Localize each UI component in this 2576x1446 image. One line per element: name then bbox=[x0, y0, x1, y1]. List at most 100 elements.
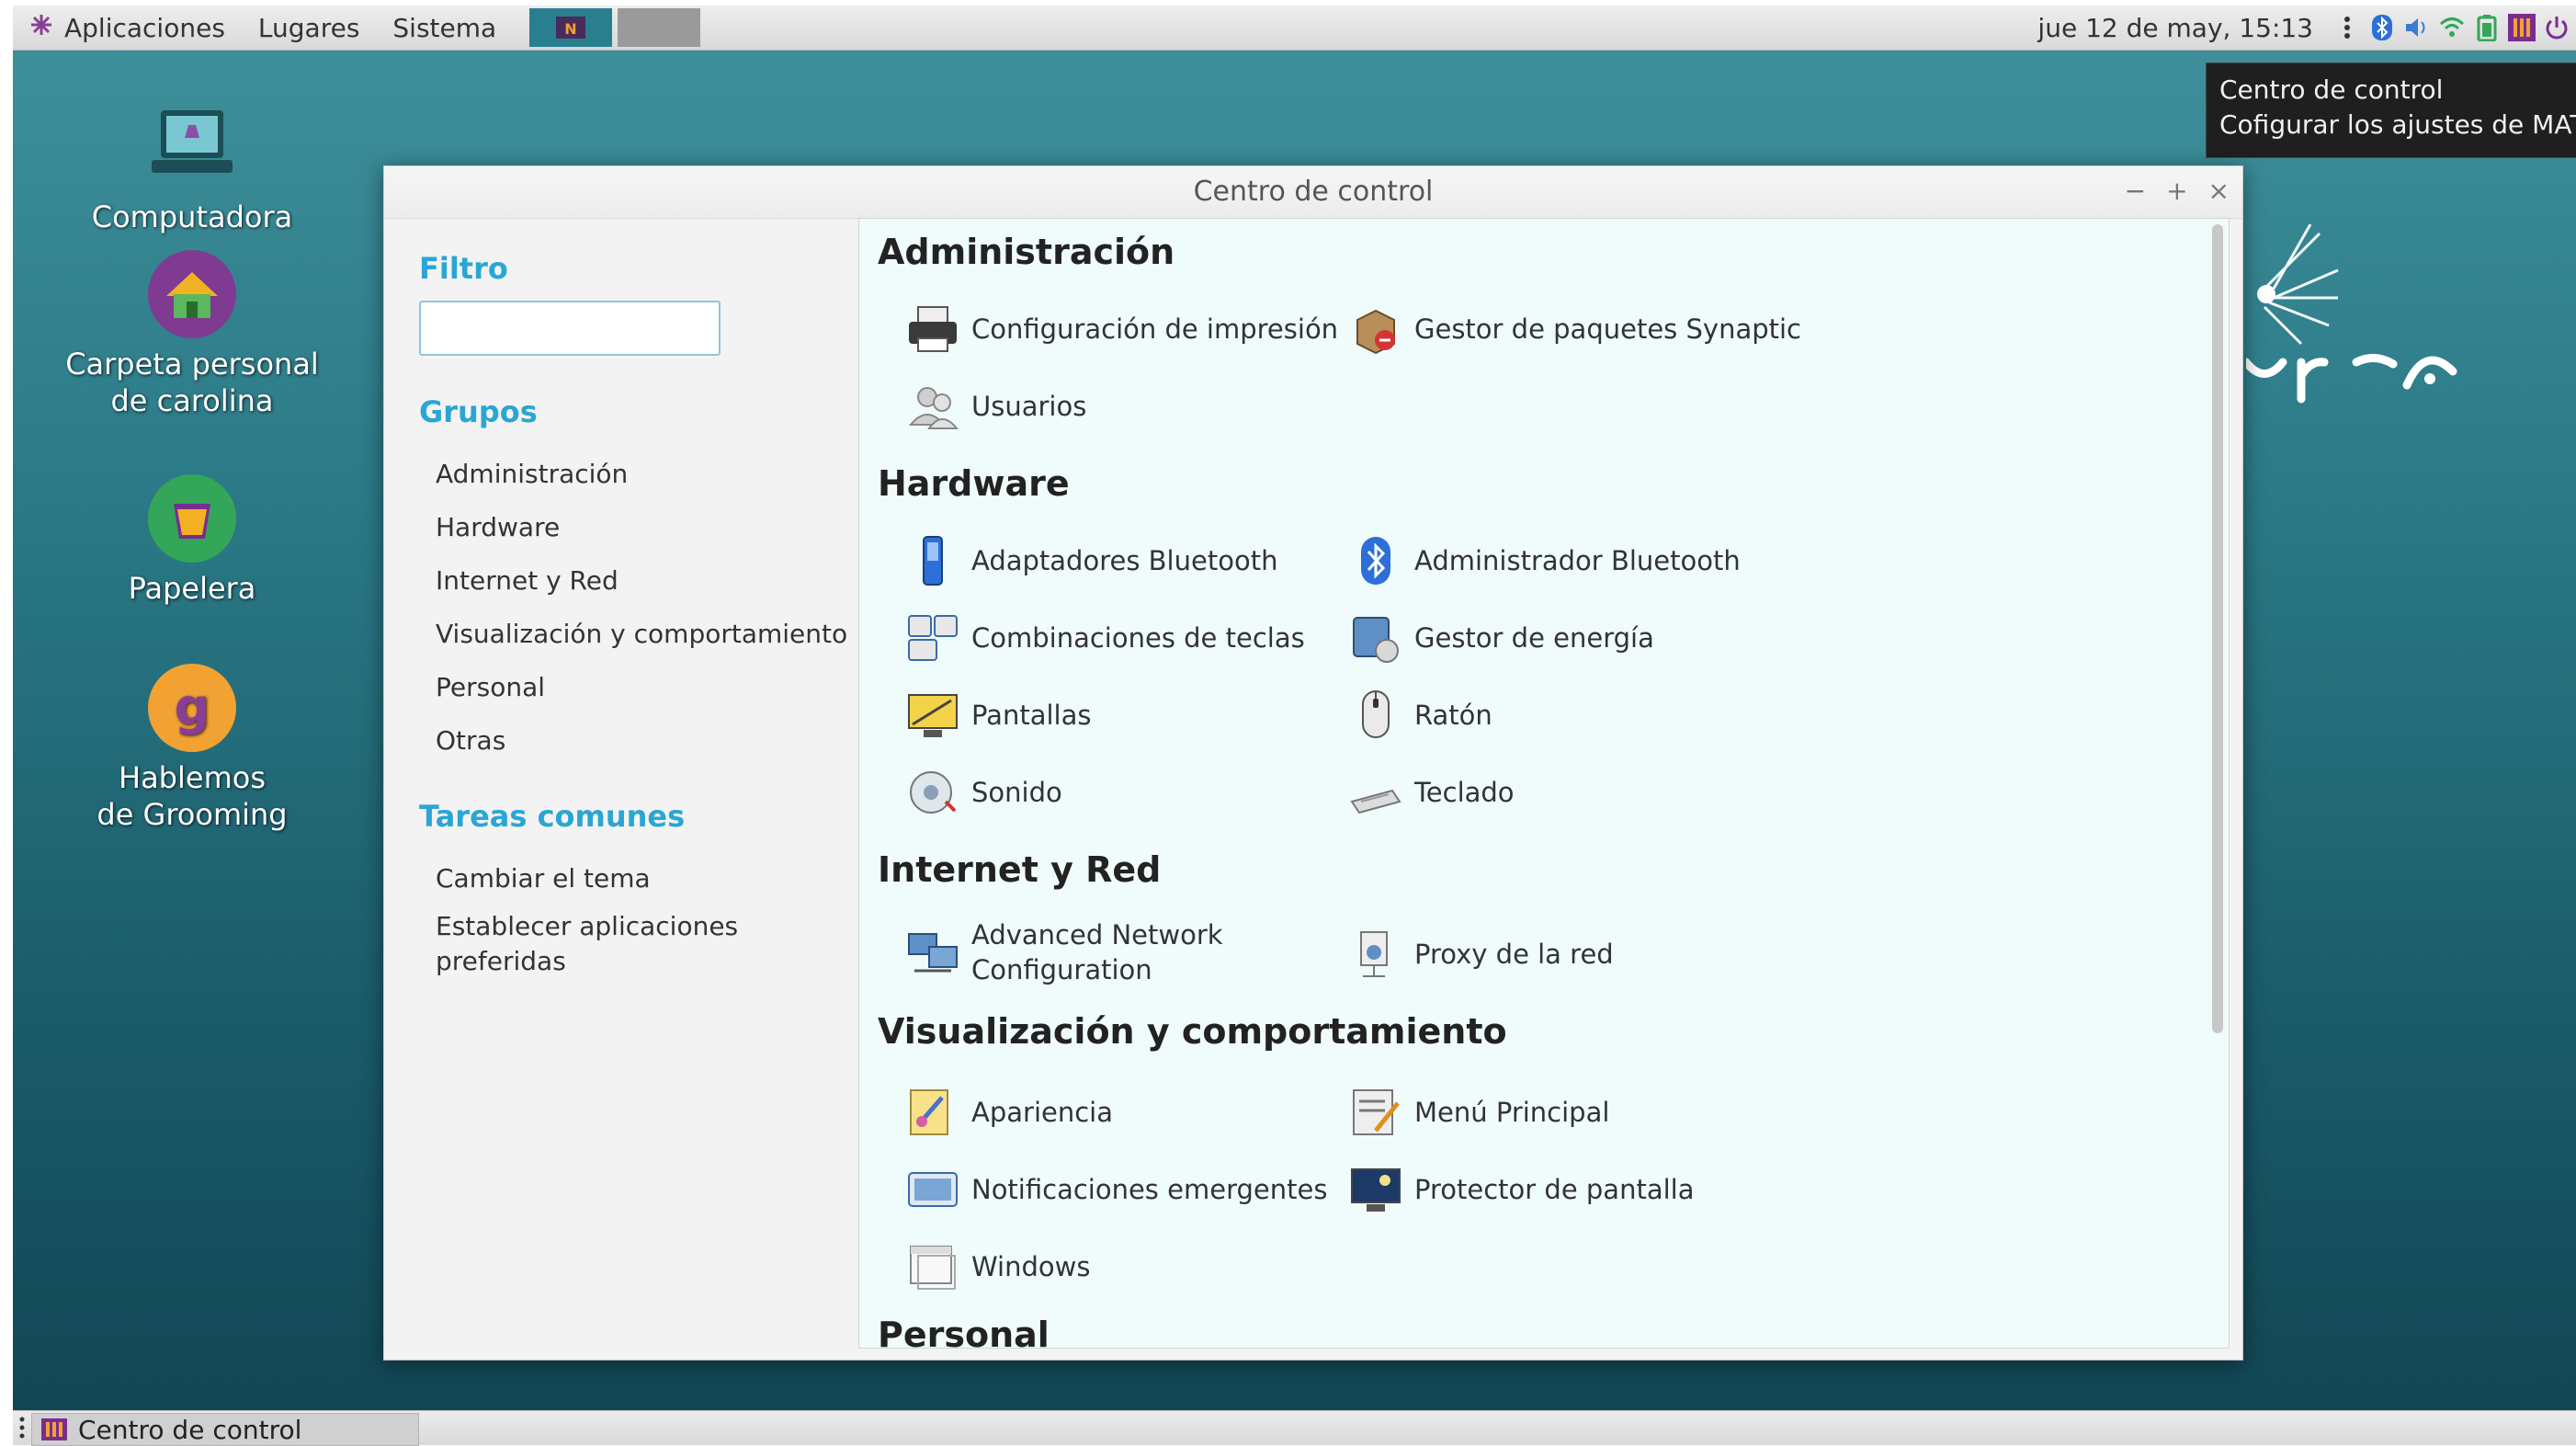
section-visualizacion-title: Visualización y comportamiento bbox=[878, 1011, 1507, 1052]
wifi-icon[interactable] bbox=[2438, 14, 2466, 41]
power-tray-icon[interactable] bbox=[2543, 14, 2570, 41]
item-power-manager[interactable]: Gestor de energía bbox=[1348, 610, 1654, 666]
appearance-icon bbox=[905, 1085, 960, 1140]
main-menu-icon bbox=[1348, 1085, 1403, 1140]
item-network-config[interactable]: Advanced Network Configuration bbox=[905, 917, 1310, 987]
display-icon bbox=[905, 688, 960, 743]
item-label: Sonido bbox=[971, 777, 1062, 808]
item-bluetooth-adapters[interactable]: Adaptadores Bluetooth bbox=[905, 533, 1277, 588]
item-label: Advanced Network Configuration bbox=[971, 919, 1223, 985]
item-label: Configuración de impresión bbox=[971, 313, 1339, 345]
item-users[interactable]: Usuarios bbox=[905, 379, 1086, 434]
synaptic-icon bbox=[1348, 302, 1403, 357]
mouse-icon bbox=[1348, 688, 1403, 743]
bluetooth-tray-icon[interactable] bbox=[2368, 14, 2396, 41]
item-synaptic[interactable]: Gestor de paquetes Synaptic bbox=[1348, 302, 1801, 357]
menu-places[interactable]: Lugares bbox=[258, 13, 360, 43]
scrollbar[interactable] bbox=[2212, 224, 2223, 1033]
sidebar-item-personal[interactable]: Personal bbox=[436, 670, 545, 705]
item-printing[interactable]: Configuración de impresión bbox=[905, 302, 1338, 357]
trash-icon bbox=[146, 473, 238, 564]
computer-icon bbox=[146, 101, 238, 193]
content-panel: Administración Configuración de impresió… bbox=[858, 218, 2230, 1349]
maximize-icon[interactable]: + bbox=[2166, 176, 2187, 206]
menu-system[interactable]: Sistema bbox=[392, 13, 496, 43]
item-screensaver[interactable]: Protector de pantalla bbox=[1348, 1162, 1694, 1217]
taskbar-button-control-center[interactable]: Centro de control bbox=[31, 1413, 419, 1446]
sidebar-item-otras[interactable]: Otras bbox=[436, 723, 505, 758]
item-label: Protector de pantalla bbox=[1414, 1174, 1695, 1205]
control-center-tray-icon[interactable] bbox=[2508, 14, 2536, 41]
item-label: Usuarios bbox=[971, 391, 1087, 422]
window-titlebar[interactable]: Centro de control − + × bbox=[384, 166, 2242, 219]
item-network-proxy[interactable]: Proxy de la red bbox=[1348, 927, 1614, 982]
tooltip-description: Cofigurar los ajustes de MATE bbox=[2219, 109, 2576, 140]
tooltip: Centro de control Cofigurar los ajustes … bbox=[2206, 63, 2576, 158]
bluetooth-device-icon bbox=[905, 533, 960, 588]
item-main-menu[interactable]: Menú Principal bbox=[1348, 1085, 1609, 1140]
close-icon[interactable]: × bbox=[2208, 176, 2230, 206]
desktop-icon-home[interactable]: Carpeta personal de carolina bbox=[54, 248, 330, 419]
printer-icon bbox=[905, 302, 960, 357]
item-bluetooth-manager[interactable]: Administrador Bluetooth bbox=[1348, 533, 1741, 588]
battery-icon[interactable] bbox=[2473, 14, 2501, 41]
filter-heading: Filtro bbox=[419, 251, 508, 286]
item-label: Windows bbox=[971, 1251, 1091, 1282]
desktop-icon-grooming[interactable]: g Hablemos de Grooming bbox=[54, 662, 330, 833]
search-input[interactable] bbox=[430, 312, 755, 345]
item-label: Gestor de paquetes Synaptic bbox=[1414, 313, 1801, 345]
desktop-icon-trash[interactable]: Papelera bbox=[54, 473, 330, 607]
menu-applications[interactable]: Aplicaciones bbox=[28, 11, 225, 45]
groups-heading: Grupos bbox=[419, 394, 538, 429]
home-folder-icon bbox=[146, 248, 238, 340]
panel-handle-icon bbox=[18, 1415, 26, 1444]
item-appearance[interactable]: Apariencia bbox=[905, 1085, 1113, 1140]
network-icon bbox=[905, 925, 960, 980]
task-change-theme[interactable]: Cambiar el tema bbox=[436, 861, 651, 896]
proxy-icon bbox=[1348, 927, 1403, 982]
desktop-icon-computer[interactable]: Computadora bbox=[54, 101, 330, 235]
kebab-icon[interactable] bbox=[2333, 14, 2361, 41]
section-administracion-title: Administración bbox=[878, 232, 1175, 272]
item-label: Administrador Bluetooth bbox=[1414, 545, 1741, 576]
top-panel: Aplicaciones Lugares Sistema N jue 12 de… bbox=[13, 6, 2576, 51]
volume-icon[interactable] bbox=[2403, 14, 2431, 41]
sidebar: Filtro Grupos Administración Hardware In… bbox=[384, 218, 858, 1360]
item-sound[interactable]: Sonido bbox=[905, 765, 1062, 820]
panel-launcher-empty[interactable] bbox=[618, 8, 701, 47]
desktop-icon-label: Papelera bbox=[128, 571, 256, 606]
tasks-heading: Tareas comunes bbox=[419, 799, 686, 834]
item-label: Menú Principal bbox=[1414, 1097, 1610, 1128]
users-icon bbox=[905, 379, 960, 434]
notification-icon bbox=[905, 1162, 960, 1217]
item-windows[interactable]: Windows bbox=[905, 1239, 1090, 1294]
screensaver-icon bbox=[1348, 1162, 1403, 1217]
keybinding-icon bbox=[905, 610, 960, 666]
section-hardware-title: Hardware bbox=[878, 463, 1070, 504]
item-keybindings[interactable]: Combinaciones de teclas bbox=[905, 610, 1305, 666]
desktop-icon-label: Computadora bbox=[91, 199, 293, 234]
item-label: Notificaciones emergentes bbox=[971, 1174, 1328, 1205]
svg-text:N: N bbox=[564, 20, 576, 38]
item-notifications[interactable]: Notificaciones emergentes bbox=[905, 1162, 1327, 1217]
item-mouse[interactable]: Ratón bbox=[1348, 688, 1492, 743]
clock[interactable]: jue 12 de may, 15:13 bbox=[2037, 13, 2313, 43]
sidebar-item-hardware[interactable]: Hardware bbox=[436, 510, 560, 545]
search-field[interactable] bbox=[419, 301, 755, 356]
bottom-panel: Centro de control bbox=[13, 1410, 2576, 1446]
item-label: Adaptadores Bluetooth bbox=[971, 545, 1278, 576]
task-preferred-apps[interactable]: Establecer aplicaciones preferidas bbox=[436, 909, 803, 979]
item-label: Apariencia bbox=[971, 1097, 1113, 1128]
window-controls: − + × bbox=[2125, 176, 2230, 206]
minimize-icon[interactable]: − bbox=[2125, 176, 2146, 206]
desktop-icon-label: Hablemos de Grooming bbox=[96, 760, 288, 832]
item-label: Ratón bbox=[1414, 700, 1492, 731]
item-displays[interactable]: Pantallas bbox=[905, 688, 1091, 743]
sidebar-item-administracion[interactable]: Administración bbox=[436, 457, 628, 492]
panel-launcher-active[interactable]: N bbox=[529, 8, 613, 47]
sidebar-item-internet-red[interactable]: Internet y Red bbox=[436, 564, 618, 598]
item-label: Pantallas bbox=[971, 700, 1092, 731]
sidebar-item-visualizacion[interactable]: Visualización y comportamiento bbox=[436, 617, 847, 652]
item-keyboard[interactable]: Teclado bbox=[1348, 765, 1515, 820]
brand-logo bbox=[2241, 223, 2522, 467]
